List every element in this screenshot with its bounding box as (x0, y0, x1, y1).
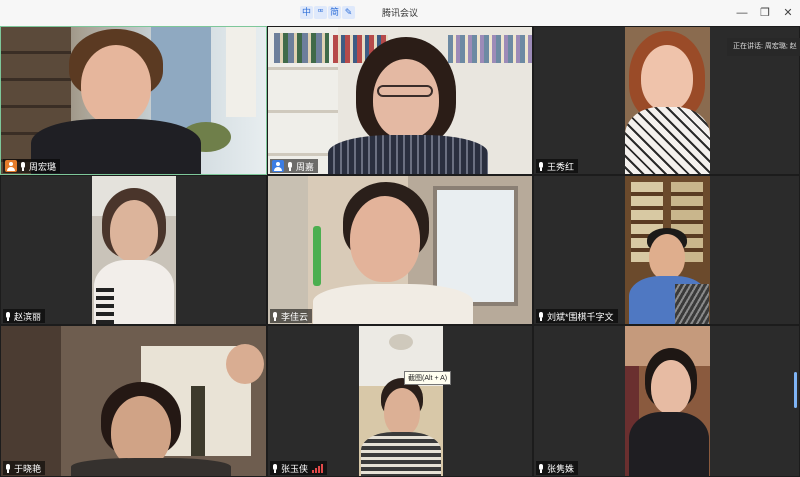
video-feed (625, 27, 710, 174)
restore-icon[interactable]: ❐ (759, 7, 771, 19)
participant-label: 李佳云 (270, 309, 313, 323)
video-feed (268, 27, 532, 174)
participant-name: 张隽姝 (547, 463, 575, 474)
participant-name: 王秀红 (547, 161, 575, 172)
mic-icon[interactable] (538, 463, 544, 473)
video-tile-2[interactable]: 周嘉 (267, 26, 533, 175)
speaking-indicator: 正在讲话: 周宏璐; 赵 (727, 38, 800, 56)
video-feed (625, 326, 710, 476)
video-tile-5[interactable]: 李佳云 (267, 175, 533, 325)
video-feed (625, 176, 710, 324)
participant-name: 赵滨丽 (14, 311, 42, 322)
title-bar: 中 ꟹ 简 ✎ 腾讯会议 — ❐ ✕ (0, 0, 800, 27)
video-feed (268, 176, 532, 324)
mic-icon[interactable] (5, 311, 11, 321)
participant-label: 赵滨丽 (3, 309, 46, 323)
video-feed (1, 326, 266, 476)
video-tile-8[interactable]: 张玉侠 (267, 325, 533, 477)
video-tile-9[interactable]: 张隽姝 (533, 325, 800, 477)
screenshot-tooltip: 截图(Alt + A) (404, 371, 452, 385)
host-icon (5, 160, 17, 172)
video-grid: 周宏璐 周嘉 王秀红 赵滨丽 李佳云 刘斌*围棋千字文 于晓艳 张玉侠 张隽姝 (0, 26, 800, 477)
participant-label: 周嘉 (270, 159, 319, 173)
mic-icon[interactable] (272, 463, 278, 473)
participant-name: 周嘉 (296, 161, 315, 172)
video-tile-4[interactable]: 赵滨丽 (0, 175, 267, 325)
mic-icon[interactable] (538, 311, 544, 321)
volume-slider[interactable] (794, 372, 797, 408)
window-title: 腾讯会议 (381, 8, 418, 18)
video-tile-6[interactable]: 刘斌*围棋千字文 (533, 175, 800, 325)
participant-label: 张隽姝 (536, 461, 579, 475)
participant-label: 王秀红 (536, 159, 579, 173)
participant-label: 刘斌*围棋千字文 (536, 309, 618, 323)
participant-name: 周宏璐 (29, 161, 57, 172)
participant-label: 周宏璐 (3, 159, 61, 173)
window-controls: — ❐ ✕ (736, 0, 794, 26)
mic-icon[interactable] (5, 463, 11, 473)
participant-label: 于晓艳 (3, 461, 46, 475)
participant-name: 李佳云 (281, 311, 309, 322)
mic-icon[interactable] (20, 161, 26, 171)
video-feed (359, 326, 443, 476)
video-feed (92, 176, 176, 324)
close-icon[interactable]: ✕ (782, 7, 794, 19)
minimize-icon[interactable]: — (736, 7, 748, 19)
participant-label: 张玉侠 (270, 461, 328, 475)
participant-name: 张玉侠 (281, 463, 309, 474)
mic-icon[interactable] (272, 311, 278, 321)
signal-bars-icon (312, 463, 324, 473)
video-tile-7[interactable]: 于晓艳 (0, 325, 267, 477)
participant-name: 刘斌*围棋千字文 (547, 311, 614, 322)
mic-icon[interactable] (538, 161, 544, 171)
participant-name: 于晓艳 (14, 463, 42, 474)
video-tile-1[interactable]: 周宏璐 (0, 26, 267, 175)
cohost-icon (272, 160, 284, 172)
mic-icon[interactable] (287, 161, 293, 171)
video-feed (1, 27, 266, 174)
